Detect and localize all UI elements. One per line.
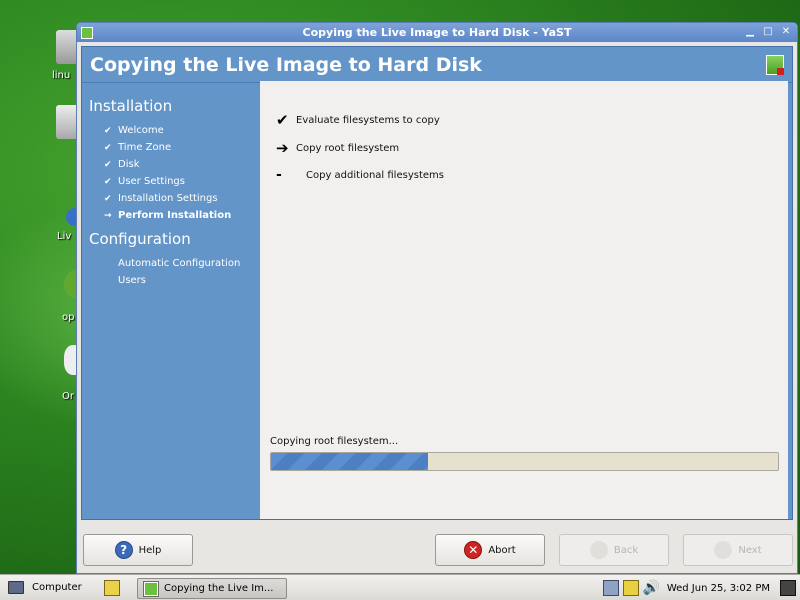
step-label: Evaluate filesystems to copy	[296, 114, 440, 126]
check-icon: ✔	[104, 142, 112, 153]
help-button-label: Help	[138, 544, 162, 556]
desktop-icon-label: Liv	[57, 231, 72, 242]
taskbar: Computer Copying the Live Im... 🔊 Wed Ju…	[0, 574, 800, 600]
help-button[interactable]: ? Help	[83, 534, 193, 566]
next-button[interactable]: Next	[683, 534, 793, 566]
sidebar-item-perform-installation: → Perform Installation	[89, 207, 264, 224]
window-title: Copying the Live Image to Hard Disk - Ya…	[302, 26, 572, 39]
arrow-right-icon: →	[104, 210, 112, 221]
sidebar-item-time-zone: ✔ Time Zone	[89, 139, 264, 156]
page-header: Copying the Live Image to Hard Disk	[82, 47, 792, 83]
abort-icon: ✕	[464, 541, 483, 559]
sidebar-item-user-settings: ✔ User Settings	[89, 173, 264, 190]
check-icon: ✔	[104, 193, 112, 204]
steps-sidebar: Installation ✔ Welcome ✔ Time Zone ✔ Dis…	[82, 83, 264, 519]
progress-label: Copying root filesystem...	[270, 436, 399, 447]
computer-menu-button[interactable]: Computer	[0, 581, 100, 594]
check-icon: ✔	[104, 176, 112, 187]
yast-app-icon	[143, 580, 159, 597]
sidebar-item-welcome: ✔ Welcome	[89, 122, 264, 139]
button-bar: ? Help ✕ Abort Back Next	[81, 530, 795, 570]
dash-icon: -	[276, 167, 282, 183]
sidebar-item-label: User Settings	[118, 176, 185, 187]
volume-icon[interactable]: 🔊	[643, 580, 660, 596]
check-icon: ✔	[104, 159, 112, 170]
back-button[interactable]: Back	[559, 534, 669, 566]
sidebar-item-automatic-configuration: Automatic Configuration	[89, 255, 264, 272]
sidebar-item-label: Time Zone	[118, 142, 172, 153]
window-titlebar[interactable]: Copying the Live Image to Hard Disk - Ya…	[77, 23, 797, 42]
clock[interactable]: Wed Jun 25, 3:02 PM	[667, 583, 770, 594]
notification-icon[interactable]	[622, 580, 639, 596]
network-icon[interactable]	[602, 580, 619, 596]
sidebar-item-label: Automatic Configuration	[118, 258, 241, 269]
desktop-icon-label: op	[62, 312, 75, 323]
maximize-icon[interactable]: □	[761, 25, 775, 39]
check-icon: ✔	[104, 125, 112, 136]
notes-launcher-icon[interactable]	[104, 579, 120, 596]
back-icon	[589, 541, 608, 559]
abort-button[interactable]: ✕ Abort	[435, 534, 545, 566]
sidebar-item-users: Users	[89, 272, 264, 289]
taskbar-task-yast[interactable]: Copying the Live Im...	[137, 578, 287, 599]
show-desktop-icon[interactable]	[780, 580, 796, 596]
next-icon	[714, 541, 733, 559]
sidebar-section-installation: Installation	[89, 97, 173, 115]
yast-window: Copying the Live Image to Hard Disk - Ya…	[76, 22, 798, 574]
progress-bar-fill	[271, 453, 429, 470]
step-evaluate-filesystems: ✔ Evaluate filesystems to copy	[276, 111, 440, 129]
computer-menu-label: Computer	[32, 582, 82, 593]
system-tray: 🔊 Wed Jun 25, 3:02 PM	[602, 578, 796, 598]
back-button-label: Back	[613, 544, 639, 556]
sidebar-item-label: Installation Settings	[118, 193, 218, 204]
step-copy-root-filesystem: ➔ Copy root filesystem	[276, 139, 399, 157]
computer-icon	[8, 581, 24, 594]
desktop-icon-label: Or	[62, 391, 74, 402]
sidebar-item-installation-settings: ✔ Installation Settings	[89, 190, 264, 207]
close-icon[interactable]: ✕	[779, 25, 793, 39]
step-copy-additional-filesystems: - Copy additional filesystems	[276, 167, 444, 183]
minimize-icon[interactable]: ▁	[743, 25, 757, 39]
content-pane: ✔ Evaluate filesystems to copy ➔ Copy ro…	[260, 81, 788, 519]
sidebar-item-disk: ✔ Disk	[89, 156, 264, 173]
page-title: Copying the Live Image to Hard Disk	[90, 53, 482, 76]
progress-bar	[270, 452, 779, 471]
yast-module-icon	[766, 54, 784, 75]
sidebar-item-label: Disk	[118, 159, 140, 170]
abort-button-label: Abort	[488, 544, 516, 556]
sidebar-item-label: Welcome	[118, 125, 164, 136]
arrow-right-icon: ➔	[276, 139, 289, 157]
check-icon: ✔	[276, 111, 289, 129]
sidebar-item-label: Users	[118, 275, 147, 286]
step-label: Copy root filesystem	[296, 142, 400, 154]
desktop-icon-label: linu	[52, 70, 71, 81]
sidebar-item-label: Perform Installation	[118, 210, 232, 221]
taskbar-task-label: Copying the Live Im...	[164, 583, 274, 594]
step-label: Copy additional filesystems	[306, 169, 444, 181]
help-icon: ?	[114, 541, 133, 559]
next-button-label: Next	[738, 544, 762, 556]
sidebar-section-configuration: Configuration	[89, 230, 191, 248]
